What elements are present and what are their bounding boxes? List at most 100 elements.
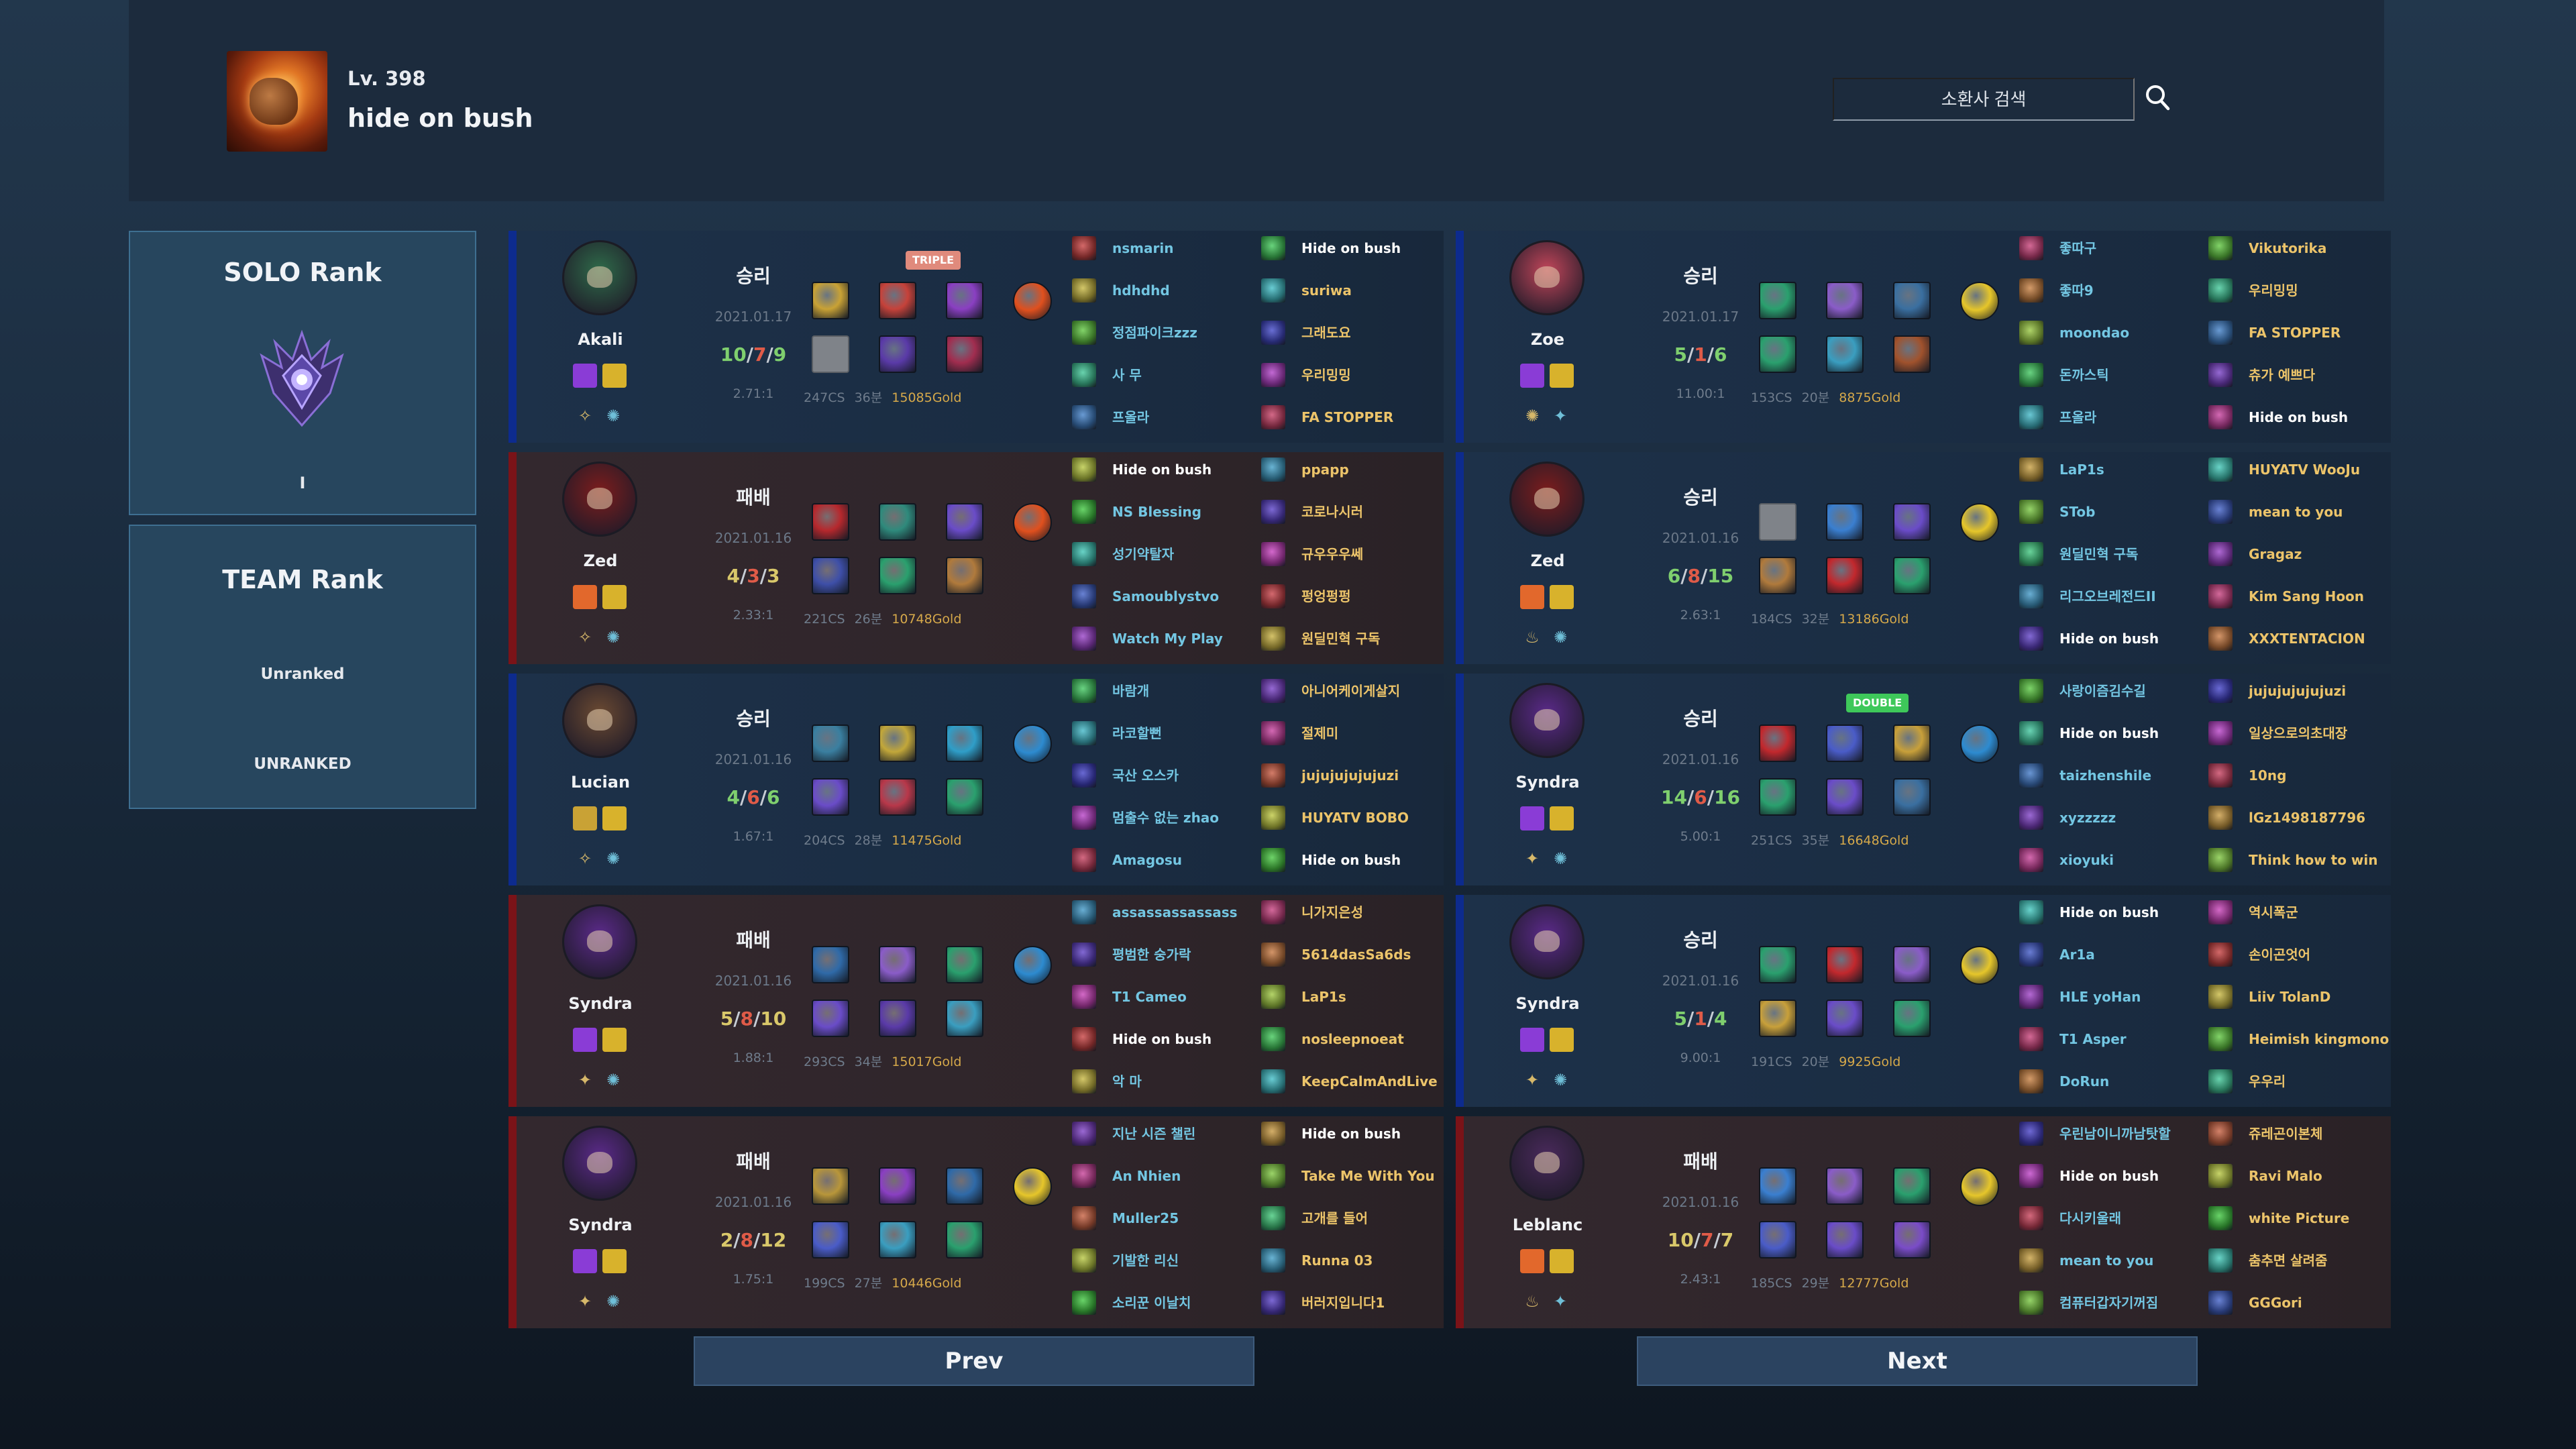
participant-name[interactable]: 성기약탈자 xyxy=(1112,542,1174,566)
match-card[interactable]: Zed ✧ ✺ 패배 2021.01.16 4/3/3 2.33:1 221CS 26분 1074… xyxy=(508,452,1444,664)
participant-name[interactable]: 펑엉펑펑 xyxy=(1301,584,1351,608)
participant-name[interactable]: Hide on bush xyxy=(2059,1164,2159,1188)
participant[interactable]: FA STOPPER xyxy=(2208,321,2391,345)
participant-name[interactable]: 우린남이니까남탓할 xyxy=(2059,1122,2171,1146)
participant[interactable]: 우린남이니까남탓할 xyxy=(2019,1122,2214,1146)
participant-name[interactable]: 그래도요 xyxy=(1301,321,1351,345)
participant[interactable]: 멈출수 없는 zhao xyxy=(1072,806,1267,830)
participant-name[interactable]: Hide on bush xyxy=(2249,405,2348,429)
participant[interactable]: nosleepnoeat xyxy=(1261,1027,1444,1051)
search-icon[interactable] xyxy=(2144,83,2171,113)
participant-name[interactable]: 악 마 xyxy=(1112,1069,1142,1093)
participant[interactable]: HLE yoHan xyxy=(2019,985,2214,1009)
participant-name[interactable]: Hide on bush xyxy=(1112,458,1212,482)
prev-page-button[interactable]: Prev xyxy=(694,1336,1254,1386)
participant-name[interactable]: An Nhien xyxy=(1112,1164,1181,1188)
participant-name[interactable]: Hide on bush xyxy=(2059,900,2159,924)
participant-name[interactable]: Hide on bush xyxy=(2059,721,2159,745)
participant[interactable]: Liiv TolanD xyxy=(2208,985,2391,1009)
participant-name[interactable]: T1 Asper xyxy=(2059,1027,2127,1051)
participant[interactable]: ppapp xyxy=(1261,458,1444,482)
participant-name[interactable]: Samoublystvo xyxy=(1112,584,1219,608)
participant-name[interactable]: 돈까스틱 xyxy=(2059,363,2109,387)
participant-name[interactable]: nsmarin xyxy=(1112,236,1173,260)
participant[interactable]: 츄가 예쁘다 xyxy=(2208,363,2391,387)
participant[interactable]: 리그오브레전드II xyxy=(2019,584,2214,608)
participant[interactable]: mean to you xyxy=(2019,1248,2214,1273)
participant-name[interactable]: T1 Cameo xyxy=(1112,985,1187,1009)
participant-name[interactable]: ppapp xyxy=(1301,458,1349,482)
participant[interactable]: STob xyxy=(2019,500,2214,524)
summoner-search-input[interactable] xyxy=(1833,78,2135,121)
participant-name[interactable]: Kim Sang Hoon xyxy=(2249,584,2364,608)
participant-name[interactable]: Take Me With You xyxy=(1301,1164,1435,1188)
participant[interactable]: 쥬레곤이본체 xyxy=(2208,1122,2391,1146)
participant-name[interactable]: moondao xyxy=(2059,321,2129,345)
participant-name[interactable]: Hide on bush xyxy=(2059,627,2159,651)
participant[interactable]: 평범한 숭가락 xyxy=(1072,943,1267,967)
participant-name[interactable]: KeepCalmAndLive xyxy=(1301,1069,1438,1093)
participant-name[interactable]: HLE yoHan xyxy=(2059,985,2141,1009)
participant[interactable]: 춤추면 살려줌 xyxy=(2208,1248,2391,1273)
match-card[interactable]: Zed ♨ ✺ 승리 2021.01.16 6/8/15 2.63:1 184CS 32분 131… xyxy=(1456,452,2391,664)
participant-name[interactable]: 사랑이즘김수길 xyxy=(2059,679,2146,703)
participant-name[interactable]: 일상으로의초대장 xyxy=(2249,721,2347,745)
participant[interactable]: 사랑이즘김수길 xyxy=(2019,679,2214,703)
participant-name[interactable]: Hide on bush xyxy=(1301,1122,1401,1146)
participant-name[interactable]: Runna 03 xyxy=(1301,1248,1373,1273)
match-card[interactable]: Syndra ✦ ✺ 승리 2021.01.16 5/1/4 9.00:1 191CS 20분 9… xyxy=(1456,895,2391,1107)
participant-name[interactable]: LaP1s xyxy=(1301,985,1346,1009)
participant[interactable]: LaP1s xyxy=(2019,458,2214,482)
participant[interactable]: XXXTENTACION xyxy=(2208,627,2391,651)
participant[interactable]: Ar1a xyxy=(2019,943,2214,967)
participant[interactable]: 다시키울래 xyxy=(2019,1206,2214,1230)
participant[interactable]: 10ng xyxy=(2208,763,2391,788)
participant[interactable]: 니가지은성 xyxy=(1261,900,1444,924)
participant[interactable]: 손이곤엇어 xyxy=(2208,943,2391,967)
participant[interactable]: 5614dasSa6ds xyxy=(1261,943,1444,967)
participant-name[interactable]: 리그오브레전드II xyxy=(2059,584,2156,608)
participant-name[interactable]: DoRun xyxy=(2059,1069,2109,1093)
participant-name[interactable]: suriwa xyxy=(1301,278,1352,303)
participant-name[interactable]: 바람개 xyxy=(1112,679,1149,703)
participant[interactable]: 펑엉펑펑 xyxy=(1261,584,1444,608)
participant-name[interactable]: 츄가 예쁘다 xyxy=(2249,363,2315,387)
participant[interactable]: 버러지입니다1 xyxy=(1261,1291,1444,1315)
participant[interactable]: Vikutorika xyxy=(2208,236,2391,260)
participant-name[interactable]: Amagosu xyxy=(1112,848,1182,872)
participant-name[interactable]: 손이곤엇어 xyxy=(2249,943,2310,967)
participant[interactable]: taizhenshile xyxy=(2019,763,2214,788)
participant[interactable]: HUYATV BOBO xyxy=(1261,806,1444,830)
participant[interactable]: Samoublystvo xyxy=(1072,584,1267,608)
participant[interactable]: DoRun xyxy=(2019,1069,2214,1093)
participant-name[interactable]: 우리밍밍 xyxy=(2249,278,2298,303)
participant[interactable]: NS Blessing xyxy=(1072,500,1267,524)
participant[interactable]: Take Me With You xyxy=(1261,1164,1444,1188)
participant-name[interactable]: 원딜민혁 구독 xyxy=(1301,627,1380,651)
participant[interactable]: 고개를 들어 xyxy=(1261,1206,1444,1230)
participant-name[interactable]: 10ng xyxy=(2249,763,2286,788)
participant-name[interactable]: Ar1a xyxy=(2059,943,2095,967)
participant[interactable]: jujujujujujuzi xyxy=(2208,679,2391,703)
participant[interactable]: 우리밍밍 xyxy=(2208,278,2391,303)
participant-name[interactable]: 다시키울래 xyxy=(2059,1206,2121,1230)
participant-name[interactable]: Watch My Play xyxy=(1112,627,1223,651)
participant-name[interactable]: 사 무 xyxy=(1112,363,1142,387)
participant-name[interactable]: 프올라 xyxy=(2059,405,2096,429)
participant[interactable]: GGGori xyxy=(2208,1291,2391,1315)
match-card[interactable]: Syndra ✦ ✺ 패배 2021.01.16 5/8/10 1.88:1 293CS 34분… xyxy=(508,895,1444,1107)
participant-name[interactable]: 코로나시러 xyxy=(1301,500,1363,524)
participant-name[interactable]: Think how to win xyxy=(2249,848,2378,872)
participant-name[interactable]: Hide on bush xyxy=(1112,1027,1212,1051)
participant[interactable]: 성기약탈자 xyxy=(1072,542,1267,566)
participant[interactable]: Kim Sang Hoon xyxy=(2208,584,2391,608)
participant[interactable]: Hide on bush xyxy=(2208,405,2391,429)
participant-name[interactable]: 소리꾼 이날치 xyxy=(1112,1291,1191,1315)
match-card[interactable]: Syndra ✦ ✺ 패배 2021.01.16 2/8/12 1.75:1 199CS 27분… xyxy=(508,1116,1444,1328)
participant[interactable]: 정점파이크zzz xyxy=(1072,321,1267,345)
participant[interactable]: Hide on bush xyxy=(1072,458,1267,482)
participant-name[interactable]: 컴퓨터갑자기꺼짐 xyxy=(2059,1291,2158,1315)
participant[interactable]: 지난 시즌 챌린 xyxy=(1072,1122,1267,1146)
participant[interactable]: 프올라 xyxy=(2019,405,2214,429)
participant-name[interactable]: jujujujujujuzi xyxy=(1301,763,1399,788)
